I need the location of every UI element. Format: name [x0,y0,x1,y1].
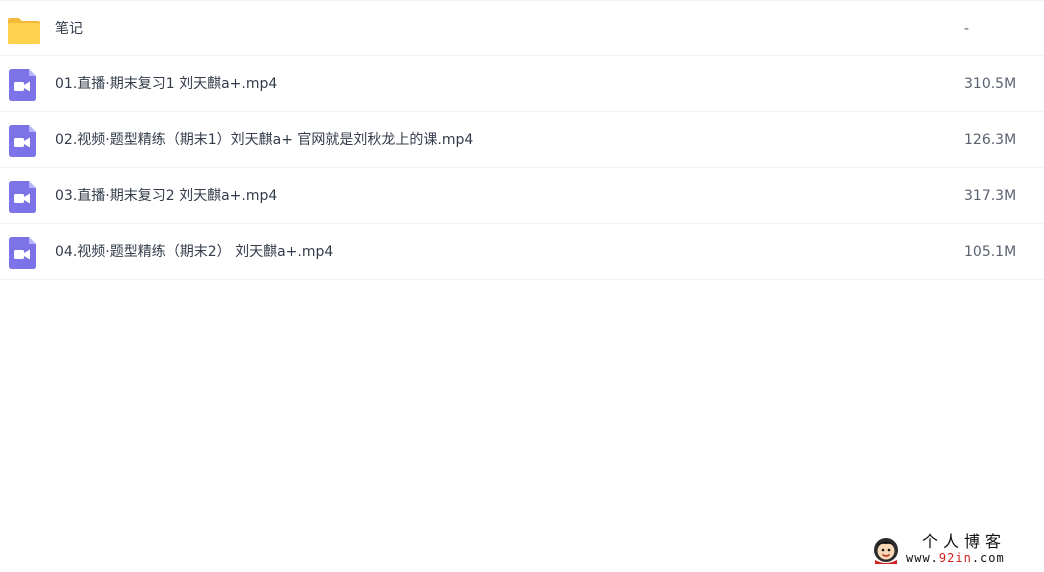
file-row-video-04[interactable]: 04.视频·题型精练（期末2） 刘天麒a+.mp4 105.1M [0,224,1044,280]
video-file-icon [8,237,40,269]
file-list: 笔记 - 01.直播·期末复习1 刘天麒a+.mp4 310.5M 02.视频·… [0,0,1044,280]
video-file-icon [8,125,40,157]
video-file-icon [8,181,40,213]
watermark-url-suffix: .com [971,551,1005,565]
file-name[interactable]: 03.直播·期末复习2 刘天麒a+.mp4 [55,186,277,206]
watermark-title: 个人博客 [922,532,1007,551]
folder-icon [8,14,40,46]
file-row-video-03[interactable]: 03.直播·期末复习2 刘天麒a+.mp4 317.3M [0,168,1044,224]
file-size: 105.1M [964,244,1017,260]
watermark-url-accent: 92in [938,551,972,565]
file-row-video-01[interactable]: 01.直播·期末复习1 刘天麒a+.mp4 310.5M [0,56,1044,112]
watermark-url: www.92in.com [906,550,1005,566]
file-name[interactable]: 04.视频·题型精练（期末2） 刘天麒a+.mp4 [55,242,333,262]
file-size: 310.5M [964,76,1017,92]
file-row-notes-folder[interactable]: 笔记 - [0,0,1044,56]
blog-watermark: 个人博客 www.92in.com [870,530,1040,570]
file-name[interactable]: 笔记 [55,19,83,39]
file-size: 126.3M [964,132,1017,148]
video-file-icon [8,69,40,101]
cartoon-avatar-icon [872,536,900,564]
file-size: - [964,21,970,37]
file-name[interactable]: 01.直播·期末复习1 刘天麒a+.mp4 [55,74,277,94]
file-name[interactable]: 02.视频·题型精练（期末1）刘天麒a+ 官网就是刘秋龙上的课.mp4 [55,130,473,150]
file-size: 317.3M [964,188,1017,204]
watermark-url-prefix: www. [906,551,939,565]
file-row-video-02[interactable]: 02.视频·题型精练（期末1）刘天麒a+ 官网就是刘秋龙上的课.mp4 126.… [0,112,1044,168]
